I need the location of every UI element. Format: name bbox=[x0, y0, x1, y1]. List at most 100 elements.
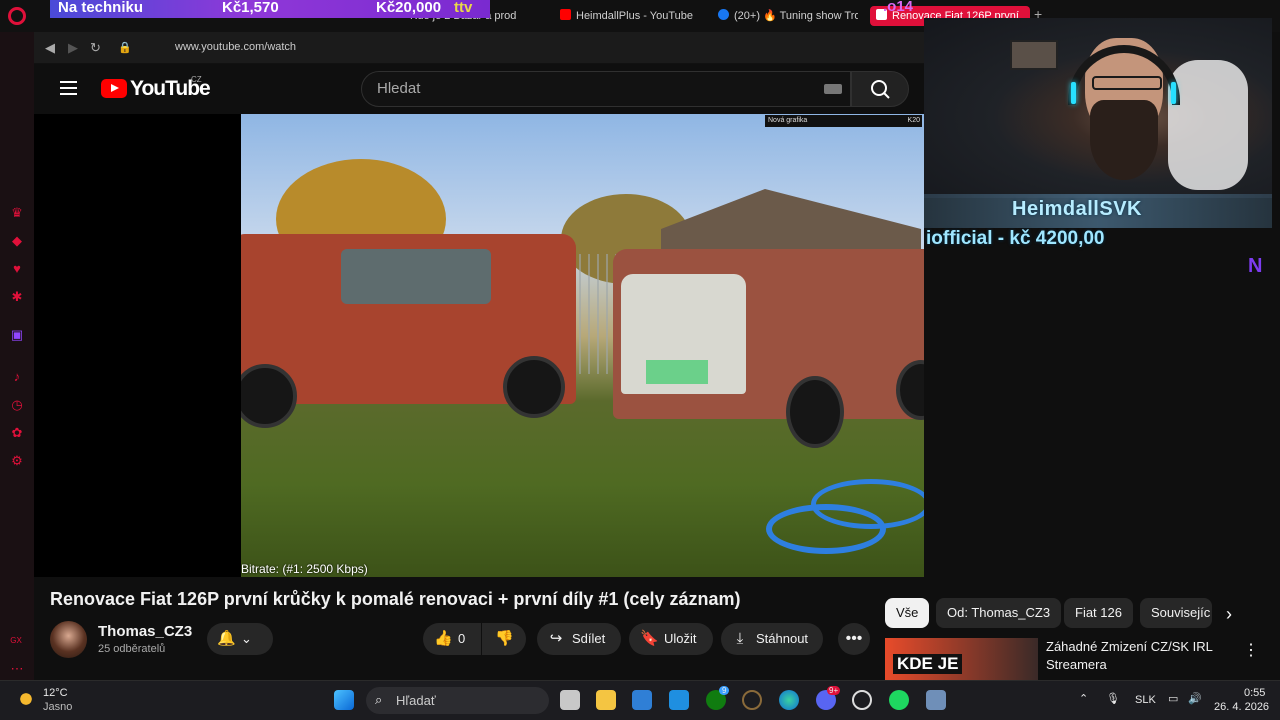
headset-led-right bbox=[1171, 82, 1176, 104]
opera-gx-taskbar-icon[interactable] bbox=[742, 690, 762, 710]
sidebar-settings-icon[interactable]: ⚙ bbox=[10, 454, 24, 468]
youtube-header: YouTube CZ Hledat bbox=[34, 64, 924, 114]
red-car-window bbox=[341, 249, 491, 304]
twitch-icon[interactable]: ▣ bbox=[10, 328, 24, 342]
task-view-icon[interactable] bbox=[560, 690, 580, 710]
search-input[interactable]: Hledat bbox=[361, 71, 851, 107]
chip-related[interactable]: Souvisejíc bbox=[1140, 598, 1212, 628]
subscriber-count: 25 odběratelů bbox=[98, 643, 166, 655]
country-code: CZ bbox=[191, 75, 202, 84]
more-actions-button[interactable]: ••• bbox=[838, 623, 870, 655]
youtube-logo-icon[interactable] bbox=[101, 79, 127, 98]
headset-led-left bbox=[1071, 82, 1076, 104]
clock-time[interactable]: 0:55 bbox=[1244, 687, 1265, 699]
notifications-button[interactable]: 🔔 ⌄ bbox=[207, 623, 273, 655]
license-plate bbox=[646, 360, 708, 384]
more-horizontal-icon: ••• bbox=[845, 630, 863, 647]
donation-amount-current: Kč1,570 bbox=[222, 0, 279, 16]
windows-start-icon[interactable] bbox=[334, 690, 354, 710]
edge-icon[interactable] bbox=[779, 690, 799, 710]
video-frame[interactable] bbox=[241, 114, 924, 577]
channel-name[interactable]: Thomas_CZ3 bbox=[98, 623, 192, 640]
bell-icon: 🔔 bbox=[217, 630, 236, 647]
chip-all[interactable]: Vše bbox=[885, 598, 930, 628]
address-bar: ◀ ▶ ↻ 🔒 www.youtube.com/watch bbox=[34, 32, 924, 64]
tab-tuning-show[interactable]: (20+) 🔥 Tuning show Tro bbox=[718, 6, 858, 26]
donation-suffix: ttv bbox=[454, 0, 473, 16]
channel-avatar[interactable] bbox=[50, 621, 87, 658]
like-count: 0 bbox=[458, 631, 466, 646]
sidebar-gx-corner-icon[interactable]: ◆ bbox=[10, 234, 24, 248]
url-field[interactable]: www.youtube.com/watch bbox=[175, 41, 296, 53]
search-icon bbox=[871, 80, 890, 99]
recommendation-title[interactable]: Záhadné Zmizení CZ/SK IRL Streamera bbox=[1046, 638, 1226, 674]
bitrate-label: Bitrate: (#1: 2500 Kbps) bbox=[241, 562, 368, 576]
obs-icon[interactable] bbox=[852, 690, 872, 710]
video-player[interactable] bbox=[34, 114, 924, 577]
download-button[interactable]: ⤓ Stáhnout bbox=[721, 623, 823, 655]
browser-sidebar: ♛ ◆ ♥ ✱ ▣ ♪ ◷ ✿ ⚙ GX ⋯ bbox=[0, 32, 34, 680]
sidebar-extension-icon[interactable]: ♥ bbox=[10, 262, 24, 276]
thumbs-up-icon: 👍 bbox=[434, 630, 453, 647]
streamer-name: HeimdallSVK bbox=[1012, 198, 1142, 220]
video-overlay-label: Nová grafika K20 bbox=[765, 115, 922, 127]
overlay-label-right: K20 bbox=[907, 117, 920, 124]
recommendation-thumb-text: KDE JE bbox=[893, 654, 963, 674]
microphone-icon[interactable]: 🎙 bbox=[1106, 692, 1120, 705]
gx-label: GX bbox=[10, 636, 22, 645]
sidebar-music-icon[interactable]: ♪ bbox=[10, 370, 24, 384]
spotify-icon[interactable] bbox=[889, 690, 909, 710]
discord-badge: 9+ bbox=[827, 686, 841, 695]
mail-icon[interactable] bbox=[669, 690, 689, 710]
share-button[interactable]: ↪ Sdílet bbox=[537, 623, 621, 655]
save-button[interactable]: 🔖 Uložit bbox=[629, 623, 713, 655]
overlay-label-left: Nová grafika bbox=[768, 117, 808, 124]
tray-chevron-up-icon[interactable]: ⌃ bbox=[1079, 692, 1088, 705]
thumbs-down-icon: 👎 bbox=[495, 630, 514, 647]
search-button[interactable] bbox=[851, 71, 909, 107]
sidebar-star-icon[interactable]: ✱ bbox=[10, 290, 24, 304]
weather-moon-icon[interactable] bbox=[16, 689, 36, 709]
chip-fiat-126[interactable]: Fiat 126 bbox=[1064, 598, 1133, 628]
language-indicator[interactable]: SLK bbox=[1135, 694, 1156, 706]
fiat-wheel-rear bbox=[786, 376, 844, 448]
sidebar-more-icon[interactable]: ⋯ bbox=[10, 662, 24, 676]
back-icon[interactable]: ◀ bbox=[45, 40, 55, 56]
microsoft-store-icon[interactable] bbox=[632, 690, 652, 710]
lock-icon: 🔒 bbox=[118, 42, 132, 54]
chevron-right-icon[interactable]: › bbox=[1226, 604, 1232, 625]
file-explorer-icon[interactable] bbox=[596, 690, 616, 710]
chevron-down-icon: ⌄ bbox=[241, 631, 252, 646]
youtube-favicon-icon bbox=[560, 9, 571, 20]
donation-goal-bar: Na techniku Kč1,570 Kč20,000 ttv bbox=[50, 0, 490, 18]
weather-temperature: 12°C bbox=[43, 687, 68, 699]
clock-date[interactable]: 26. 4. 2026 bbox=[1214, 701, 1269, 713]
sidebar-history-icon[interactable]: ◷ bbox=[10, 398, 24, 412]
opera-logo-icon[interactable] bbox=[8, 7, 26, 25]
red-car-wheel-rear bbox=[503, 356, 565, 418]
like-button[interactable]: 👍 0 bbox=[423, 623, 481, 655]
reload-icon[interactable]: ↻ bbox=[90, 40, 101, 56]
sidebar-gaming-icon[interactable]: ♛ bbox=[10, 206, 24, 220]
share-icon: ↪ bbox=[549, 630, 563, 647]
air-hose-coil bbox=[811, 479, 924, 529]
sidebar-extensions-icon[interactable]: ✿ bbox=[10, 426, 24, 440]
menu-icon[interactable] bbox=[60, 81, 77, 95]
wall-picture bbox=[1010, 40, 1058, 70]
network-icon[interactable]: ▭ bbox=[1168, 692, 1178, 705]
tab-heimdallplus[interactable]: HeimdallPlus - YouTube bbox=[560, 6, 693, 26]
bookmark-icon: 🔖 bbox=[640, 630, 659, 647]
forward-icon[interactable]: ▶ bbox=[68, 40, 78, 56]
chip-from-channel[interactable]: Od: Thomas_CZ3 bbox=[936, 598, 1062, 628]
facebook-favicon-icon bbox=[718, 9, 729, 20]
taskbar-search-input[interactable]: Hľadať bbox=[366, 687, 549, 714]
n-logo: N bbox=[1248, 255, 1263, 277]
settings-app-icon[interactable] bbox=[926, 690, 946, 710]
keyboard-icon[interactable] bbox=[824, 84, 842, 94]
donation-amount-goal: Kč20,000 bbox=[376, 0, 442, 16]
recommendation-more-icon[interactable]: ⋮ bbox=[1243, 640, 1259, 660]
dislike-button[interactable]: 👎 bbox=[482, 623, 526, 655]
gaming-chair bbox=[1168, 60, 1248, 190]
volume-icon[interactable]: 🔊 bbox=[1188, 692, 1202, 705]
streamer-beard bbox=[1090, 100, 1158, 180]
